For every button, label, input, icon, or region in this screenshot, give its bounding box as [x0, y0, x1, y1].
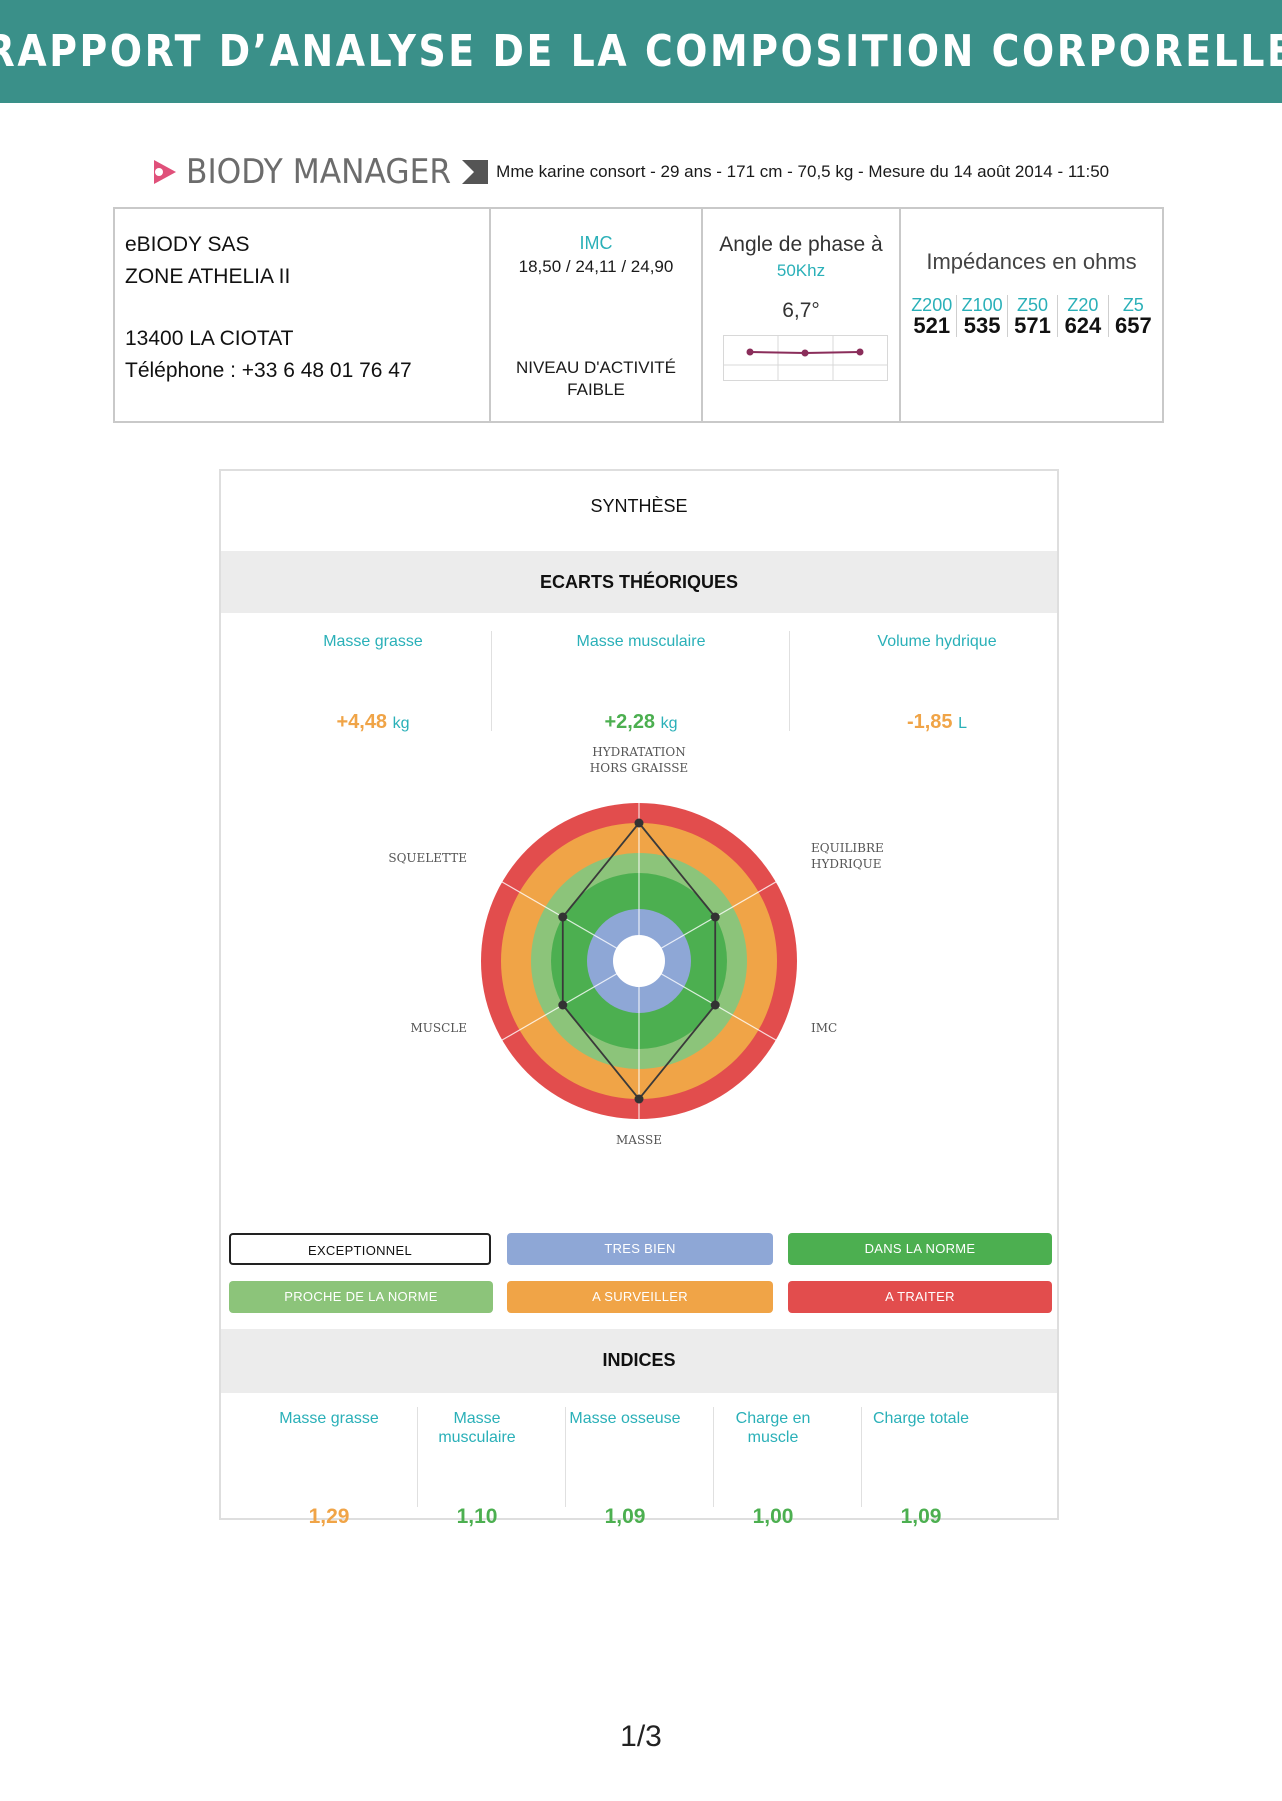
indice-masse-grasse: Masse grasse 1,29 [265, 1409, 393, 1528]
indice-label-line1: Charge totale [872, 1410, 970, 1427]
radar-data-point [634, 1094, 644, 1104]
activity-line2: FAIBLE [567, 380, 625, 399]
indice-charge-totale: Charge totale 1,09 [857, 1409, 985, 1528]
impedance-label: Z20 [1067, 295, 1099, 315]
radar-axis-label: HORS GRAISSE [590, 761, 688, 775]
page-number: 1/3 [620, 1720, 662, 1753]
radar-axis-label: MASSE [616, 1133, 662, 1146]
radar-data-point [634, 818, 644, 828]
report-banner: RAPPORT D’ANALYSE DE LA COMPOSITION CORP… [0, 0, 1282, 103]
indice-value: 1,09 [604, 1505, 646, 1528]
impedance-grid: Z200 521 Z100 535 Z50 571 Z20 624 Z5 657 [907, 295, 1158, 337]
indice-value: 1,09 [900, 1505, 942, 1528]
impedance-z5: Z5 657 [1107, 295, 1158, 338]
brand-end-icon [462, 160, 489, 184]
impedance-value: 571 [1014, 313, 1051, 338]
radar-data-point [710, 1000, 720, 1010]
ecarts-header: ECARTS THÉORIQUES [221, 551, 1057, 613]
impedance-value: 624 [1064, 313, 1102, 338]
indice-masse-osseuse: Masse osseuse 1,09 [561, 1409, 689, 1528]
radar-data-point [558, 1000, 568, 1010]
impedance-z100: Z100 535 [956, 295, 1006, 337]
indice-label-line1: Masse [453, 1410, 501, 1427]
brand-name: BIODY MANAGER [186, 152, 452, 192]
ecart-masse-grasse: Masse grasse +4,48 kg [225, 621, 521, 733]
phase-title: Angle de phase à [719, 233, 883, 256]
indice-charge-en-muscle: Charge en muscle 1,00 [709, 1409, 837, 1528]
activity-level: NIVEAU D'ACTIVITÉ FAIBLE [491, 357, 701, 401]
radar-axis-label: IMC [811, 1021, 837, 1035]
indices-header: INDICES [221, 1329, 1057, 1393]
report-title: RAPPORT D’ANALYSE DE LA COMPOSITION CORP… [0, 26, 1282, 77]
impedance-z50: Z50 571 [1006, 295, 1057, 338]
indice-label-line1: Masse osseuse [569, 1410, 681, 1427]
company-address-line: ZONE ATHELIA II [125, 265, 291, 288]
impedance-label: Z50 [1017, 295, 1049, 315]
legend-exceptionnel: EXCEPTIONNEL [229, 1233, 491, 1265]
impedance-value: 535 [963, 313, 1001, 338]
indice-label-line1: Charge en [735, 1410, 811, 1427]
radar-axis-label: MUSCLE [410, 1021, 467, 1035]
indice-label: Charge en muscle [709, 1409, 837, 1449]
company-city: 13400 LA CIOTAT [125, 327, 294, 350]
impedance-value: 657 [1114, 313, 1152, 338]
impedance-label: Z200 [911, 295, 953, 315]
phase-frequency: 50Khz [776, 261, 826, 280]
biody-logo-icon [154, 160, 176, 184]
indice-value: 1,10 [456, 1505, 498, 1528]
legend-a-surveiller: A SURVEILLER [507, 1281, 773, 1313]
ecart-label: Masse grasse [323, 633, 423, 650]
radar-chart: HYDRATATION HORS GRAISSE EQUILIBRE HYDRIQUE… [388, 745, 884, 1146]
indice-value: 1,29 [308, 1505, 350, 1528]
impedance-cell: Impédances en ohms Z200 521 Z100 535 Z50… [901, 209, 1162, 421]
legend-dans-la-norme: DANS LA NORME [788, 1233, 1052, 1265]
impedance-label: Z100 [961, 295, 1003, 315]
radar-axis-label: EQUILIBRE [811, 841, 884, 855]
legend-a-traiter: A TRAITER [788, 1281, 1052, 1313]
ecart-label: Masse musculaire [576, 633, 706, 650]
company-phone: Téléphone : +33 6 48 01 76 47 [125, 359, 412, 382]
indice-label: Charge totale [857, 1409, 985, 1449]
indice-value: 1,00 [752, 1505, 794, 1528]
ecart-volume-hydrique: Volume hydrique -1,85 L [789, 621, 1085, 733]
impedance-z200: Z200 521 [907, 295, 956, 337]
info-table: eBIODY SAS ZONE ATHELIA II 13400 LA CIOT… [113, 207, 1164, 423]
impedance-z20: Z20 624 [1057, 295, 1107, 337]
impedance-title: Impédances en ohms [926, 249, 1137, 274]
radar-axis-label: SQUELETTE [388, 851, 467, 865]
phase-cell: Angle de phase à 50Khz 6,7° [703, 209, 901, 421]
impedance-label: Z5 [1122, 295, 1144, 315]
ecart-masse-musculaire: Masse musculaire +2,28 kg [493, 621, 789, 733]
imc-values: 18,50 / 24,11 / 24,90 [518, 257, 674, 276]
company-name: eBIODY SAS [125, 233, 250, 256]
indice-label: Masse osseuse [561, 1409, 689, 1449]
phase-value: 6,7° [782, 299, 820, 322]
impedance-value: 521 [913, 313, 951, 338]
indice-label-line2: muscle [747, 1429, 799, 1446]
legend-proche-de-la-norme: PROCHE DE LA NORME [229, 1281, 493, 1313]
indice-label: Masse grasse [265, 1409, 393, 1449]
activity-line1: NIVEAU D'ACTIVITÉ [515, 358, 677, 377]
ecart-label: Volume hydrique [877, 633, 997, 650]
radar-axis-label: HYDRATATION [592, 745, 686, 759]
indice-label-line2: musculaire [438, 1429, 516, 1446]
brand-row: BIODY MANAGER Mme karine consort - 29 an… [150, 150, 1109, 194]
radar-data-point [558, 912, 568, 922]
indice-masse-musculaire: Masse musculaire 1,10 [413, 1409, 541, 1528]
synthese-title: SYNTHÈSE [590, 496, 688, 516]
company-address: eBIODY SAS ZONE ATHELIA II 13400 LA CIOT… [115, 209, 491, 421]
radar-data-point [710, 912, 720, 922]
legend-tres-bien: TRES BIEN [507, 1233, 773, 1265]
imc-label: IMC [579, 233, 613, 253]
indice-label-line1: Masse grasse [279, 1410, 379, 1427]
patient-info: Mme karine consort - 29 ans - 171 cm - 7… [496, 162, 1110, 181]
imc-cell: IMC 18,50 / 24,11 / 24,90 NIVEAU D'ACTIV… [491, 209, 703, 421]
synthese-panel: SYNTHÈSE ECARTS THÉORIQUES Masse grasse … [219, 469, 1059, 1528]
indice-label: Masse musculaire [413, 1409, 541, 1449]
phase-mini-chart [723, 335, 888, 381]
radar-axis-label: HYDRIQUE [811, 857, 882, 871]
